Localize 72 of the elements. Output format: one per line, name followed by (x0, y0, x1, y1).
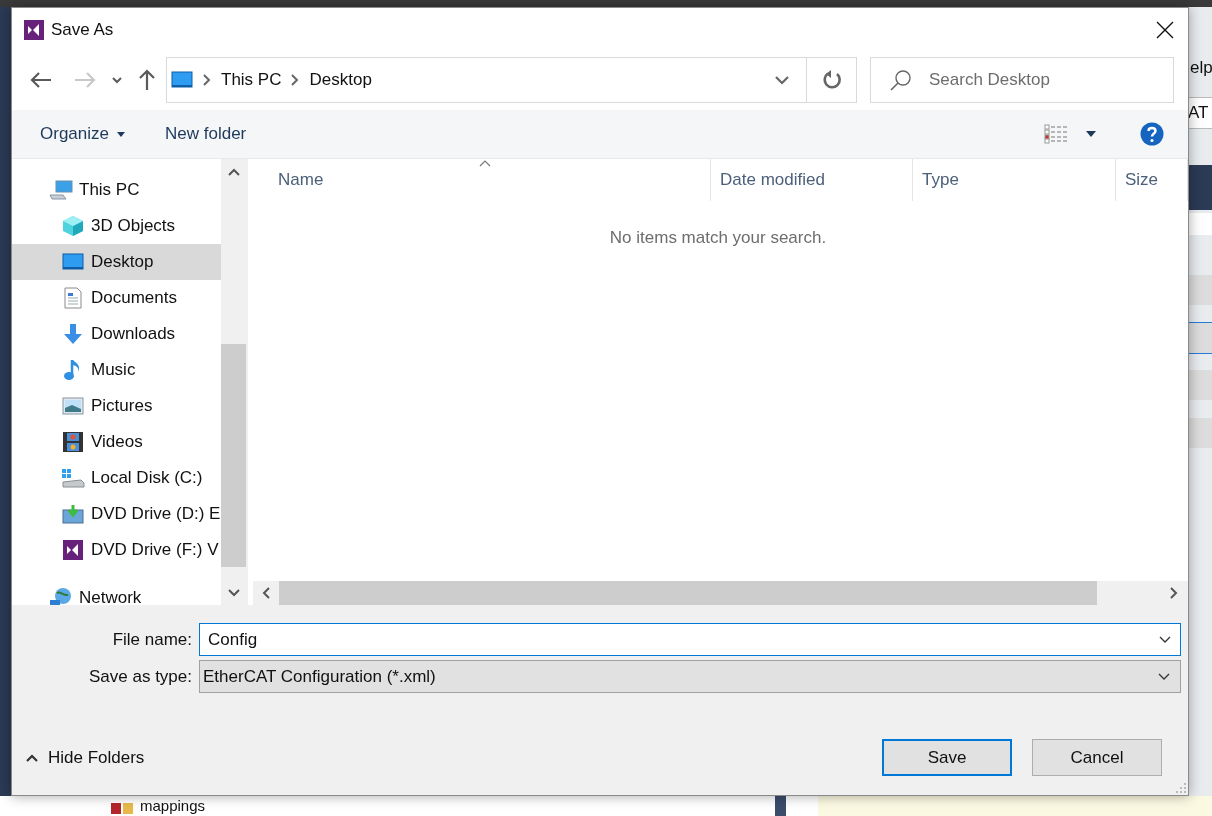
film-strip-icon (62, 431, 84, 453)
header-bar (1189, 165, 1212, 210)
computer-icon (49, 180, 73, 200)
file-type-dropdown[interactable]: EtherCAT Configuration (*.xml) (199, 660, 1181, 693)
address-bar[interactable]: This PC Desktop (166, 57, 857, 103)
scroll-down-icon[interactable] (227, 588, 240, 597)
music-note-icon (64, 359, 82, 381)
splitter-bar (775, 796, 786, 816)
refresh-icon (821, 70, 842, 90)
document-icon (64, 287, 82, 309)
new-folder-button[interactable]: New folder (163, 120, 249, 148)
breadcrumb-item[interactable]: This PC (221, 70, 282, 90)
search-icon (890, 69, 912, 91)
up-arrow-icon (138, 69, 156, 91)
chevron-down-icon (775, 75, 789, 85)
sidebar-item[interactable]: Pictures (12, 388, 221, 424)
landscape-icon (62, 397, 84, 415)
down-arrow-icon (63, 323, 83, 345)
sidebar-item[interactable]: Videos (12, 424, 221, 460)
background-text: elp (1190, 58, 1212, 78)
sidebar-item[interactable]: 3D Objects (12, 208, 221, 244)
scroll-left-icon[interactable] (261, 587, 270, 599)
back-icon (30, 71, 52, 89)
monitor-icon (171, 71, 193, 89)
sidebar-item[interactable]: DVD Drive (F:) V (12, 532, 221, 568)
chevron-right-icon (203, 74, 211, 86)
sidebar-item[interactable]: Documents (12, 280, 221, 316)
chevron-up-icon (26, 753, 38, 762)
search-field[interactable]: Search Desktop (870, 57, 1174, 103)
list-row (1189, 275, 1212, 305)
breadcrumb-item[interactable]: Desktop (309, 70, 372, 90)
cube-icon (62, 215, 84, 237)
chevron-down-icon (112, 76, 122, 84)
chevron-down-icon (1159, 636, 1171, 643)
forward-icon (74, 71, 96, 89)
sidebar-item[interactable]: DVD Drive (D:) E (12, 496, 221, 532)
field-label: File name: (111, 629, 192, 650)
file-name-field[interactable]: Config (199, 623, 1181, 656)
window-title: Save As (51, 20, 115, 40)
sidebar-item[interactable]: Music (12, 352, 221, 388)
list-row (1189, 370, 1212, 400)
cancel-button[interactable]: Cancel (1032, 739, 1162, 776)
app-logo-icon (23, 19, 45, 41)
drive-icon (61, 468, 85, 488)
chevron-right-icon (291, 74, 300, 86)
scrollbar-thumb[interactable] (279, 581, 1097, 605)
caret-down-icon (1086, 131, 1096, 137)
sidebar-item[interactable]: Desktop (12, 244, 221, 280)
scrollbar-thumb[interactable] (221, 344, 246, 567)
caret-down-icon (117, 131, 125, 137)
close-icon (1156, 21, 1174, 39)
drive-icon (61, 504, 85, 524)
sort-caret-icon (479, 160, 491, 167)
empty-message: No items match your search. (608, 228, 828, 249)
organize-menu[interactable]: Organize (38, 120, 127, 148)
resize-grip-icon (1176, 783, 1186, 793)
scroll-right-icon[interactable] (1170, 587, 1178, 599)
list-row (1189, 418, 1212, 448)
sidebar-item[interactable]: This PC (12, 172, 221, 208)
list-row (1189, 322, 1212, 354)
monitor-icon (62, 253, 84, 271)
details-view-icon (1044, 124, 1068, 144)
field-label: Save as type: (88, 666, 192, 687)
hide-folders-button[interactable]: Hide Folders (26, 747, 145, 768)
scroll-up-icon[interactable] (227, 167, 240, 176)
sidebar-item[interactable]: Downloads (12, 316, 221, 352)
help-icon (1140, 122, 1164, 146)
background-text: mappings (140, 797, 206, 814)
chevron-down-icon (1158, 673, 1170, 680)
sidebar-item[interactable]: Local Disk (C:) (12, 460, 221, 496)
save-button[interactable]: Save (882, 739, 1012, 776)
app-logo-icon (62, 539, 84, 561)
